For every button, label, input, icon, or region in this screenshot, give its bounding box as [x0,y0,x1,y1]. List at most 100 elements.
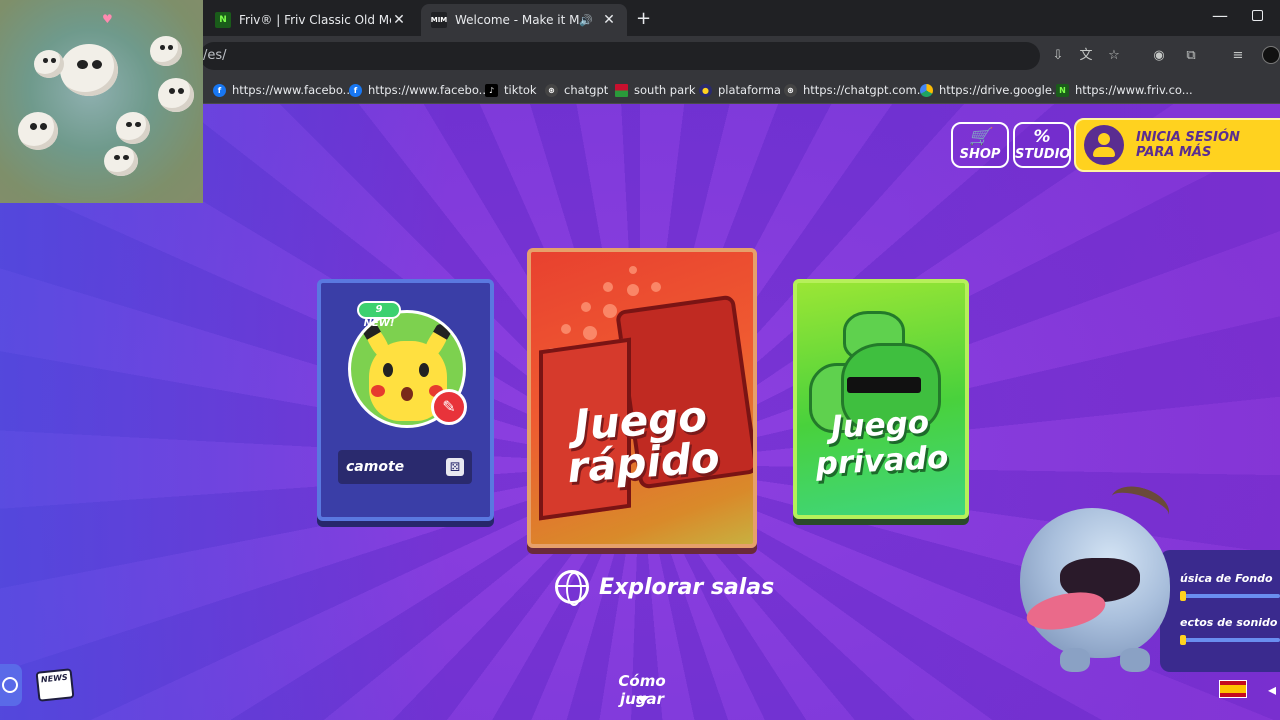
decor-dot [651,282,661,292]
chevron-down-icon[interactable] [636,696,650,703]
sound-effects-handle[interactable] [1180,635,1186,645]
maximize-icon[interactable] [1252,10,1263,21]
pikachu-eye [419,363,429,377]
translate-icon[interactable]: 文 [1078,48,1094,64]
edit-avatar-button[interactable]: ✎ [431,389,467,425]
bookmark-label: https://www.facebo... [232,83,354,97]
decor-dot [629,266,637,274]
player-name: camote [346,459,405,475]
private-game-title: Juego privado [797,403,965,484]
bookmark-label: https://drive.google... [939,83,1063,97]
login-button[interactable]: INICIA SESIÓN PARA MÁS [1074,118,1280,172]
media-control-icon[interactable]: ≡ [1230,48,1246,64]
tab-title: Welcome - Make it Meme [455,13,580,27]
decor-dot [581,302,591,312]
poro-figure [158,78,194,112]
pikachu-eye [383,363,393,377]
friv-favicon-icon: N [215,12,231,28]
friv-icon: N [1056,83,1069,97]
decor-dot [603,304,617,318]
address-bar[interactable]: /es/ [200,42,1040,70]
music-volume-label: úsica de Fondo [1180,572,1273,585]
shop-button[interactable]: 🛒 SHOP [951,122,1009,168]
chatgpt-icon: ⊛ [545,83,558,97]
bookmark-label: plataforma [718,83,781,97]
poro-figure [60,44,118,96]
shopping-cart-icon: 🛒 [969,127,991,147]
close-tab-icon[interactable]: ✕ [391,12,407,28]
profile-avatar[interactable] [1262,46,1280,64]
studio-icon: % [1033,127,1051,147]
pikachu-mouth [401,387,413,401]
poro-mascot-overlay [1020,479,1180,678]
chatgpt-icon: ⊛ [784,83,797,97]
decor-dot [583,326,597,340]
quick-play-card[interactable]: Juego rápido [527,248,757,548]
pikachu-cheek [371,385,385,397]
login-label: INICIA SESIÓN PARA MÁS [1136,130,1240,160]
heart-icon: ♥ [102,12,113,26]
language-spain-flag-icon[interactable] [1219,680,1247,698]
discord-icon[interactable] [0,664,22,706]
pencil-icon: ✎ [442,397,456,416]
bookmark-label: https://www.facebo... [368,83,490,97]
sunglasses-illustration [847,377,921,393]
bookmark-friv[interactable]: Nhttps://www.friv.co... [1056,81,1193,99]
news-button[interactable]: NEWS [35,668,75,702]
tiktok-icon: ♪ [485,83,498,97]
bookmark-label: tiktok [504,83,537,97]
private-game-card[interactable]: Juego privado [793,279,969,519]
plataforma-icon: ● [699,83,712,97]
bookmark-facebook-2[interactable]: f https://www.facebo... [349,81,490,99]
extensions-puzzle-icon[interactable]: ⧉ [1183,48,1199,64]
bookmark-plataforma[interactable]: ● plataforma [699,81,781,99]
explore-rooms-button[interactable]: Explorar salas [555,569,775,606]
sound-effects-label: ectos de sonido [1180,616,1278,629]
tab-make-it-meme[interactable]: MIM Welcome - Make it Meme 🔊 ✕ [421,4,627,36]
tab-title: Friv® | Friv Classic Old Menu [239,13,391,27]
news-label: NEWS [40,672,69,685]
bookmark-south-park[interactable]: south park [615,81,696,99]
make-it-meme-favicon-icon: MIM [431,12,447,28]
install-app-icon[interactable]: ⇩ [1050,48,1066,64]
google-drive-icon [920,83,933,97]
bookmark-chatgpt-com[interactable]: ⊛ https://chatgpt.com... [784,81,928,99]
sound-effects-slider[interactable] [1180,638,1280,642]
private-game-title-line: privado [814,439,950,483]
decor-dot [561,324,571,334]
bookmark-label: chatgpt [564,83,609,97]
quick-play-title: Juego rápido [531,391,753,492]
bookmark-chatgpt[interactable]: ⊛ chatgpt [545,81,608,99]
studio-button[interactable]: % STUDIO [1013,122,1071,168]
profile-card: 9 NEW! ✎ camote ⚄ [317,279,494,521]
globe-icon [555,570,589,606]
bookmark-label: south park [634,83,696,97]
music-volume-slider[interactable] [1180,594,1280,598]
facebook-icon: f [349,83,362,97]
bookmark-label: https://chatgpt.com... [803,83,928,97]
close-tab-icon[interactable]: ✕ [601,12,617,28]
poro-figure [150,36,182,66]
explore-rooms-label: Explorar salas [599,574,775,600]
poro-figure [34,50,64,78]
tab-friv[interactable]: N Friv® | Friv Classic Old Menu ✕ [205,4,417,36]
poro-overlay-image: ♥ [0,0,203,203]
decor-dot [603,282,613,292]
music-volume-handle[interactable] [1180,591,1186,601]
bookmark-facebook-1[interactable]: f https://www.facebo... [213,81,354,99]
poro-figure [116,112,150,144]
extension-discord-icon[interactable]: ◉ [1151,48,1167,64]
user-avatar-icon [1084,125,1124,165]
player-name-field[interactable]: camote ⚄ [338,450,472,484]
bookmark-label: https://www.friv.co... [1075,83,1193,97]
new-tab-icon[interactable]: + [636,8,651,29]
settings-icon[interactable]: ◂ [1268,680,1276,699]
minimize-icon[interactable]: — [1212,6,1228,25]
bookmark-google-drive[interactable]: https://drive.google... [920,81,1063,99]
bookmark-tiktok[interactable]: ♪ tiktok [485,81,537,99]
bookmark-star-icon[interactable]: ☆ [1106,48,1122,64]
speaker-icon[interactable]: 🔊 [579,14,593,27]
south-park-icon [615,83,628,97]
poro-figure [104,146,138,176]
random-name-dice-icon[interactable]: ⚄ [446,458,464,476]
